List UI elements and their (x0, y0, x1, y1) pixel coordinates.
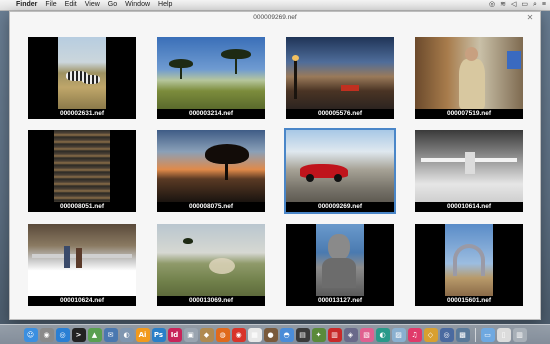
finder-icon[interactable]: ☺ (23, 327, 38, 342)
launchpad-icon[interactable]: ◉ (39, 327, 54, 342)
thumbnail-filename: 000008075.nef (157, 202, 265, 212)
app-icon-1[interactable]: ▣ (183, 327, 198, 342)
firefox-icon[interactable]: ◍ (215, 327, 230, 342)
spotlight-icon[interactable]: ⌕ (533, 0, 537, 10)
wifi-icon[interactable]: ≋ (500, 0, 506, 10)
app-icon-8[interactable]: ◈ (343, 327, 358, 342)
close-icon[interactable]: ✕ (526, 14, 534, 22)
app-icon-5[interactable]: ▤ (295, 327, 310, 342)
photo-hangar-plane (415, 130, 523, 202)
app-icon-11[interactable]: ▨ (391, 327, 406, 342)
app-icon-10[interactable]: ◐ (375, 327, 390, 342)
dock-separator (474, 327, 476, 342)
app-icon-13[interactable]: ◎ (439, 327, 454, 342)
app-icon-9[interactable]: ▧ (359, 327, 374, 342)
menu-edit[interactable]: Edit (65, 0, 77, 10)
app-icon-14[interactable]: ▩ (455, 327, 470, 342)
app-icon-2[interactable]: ◆ (199, 327, 214, 342)
terminal-icon[interactable]: > (71, 327, 86, 342)
app-icon-4[interactable]: ◓ (279, 327, 294, 342)
thumbnail[interactable]: 000013127.nef (286, 224, 394, 306)
thumbnail-filename: 000003214.nef (157, 109, 265, 119)
app-icon-12[interactable]: ◇ (423, 327, 438, 342)
thumbnail[interactable]: 000007519.nef (415, 37, 523, 119)
menu-window[interactable]: Window (125, 0, 150, 10)
photo-zebras (58, 37, 106, 109)
thumbnail[interactable]: 000010614.nef (415, 130, 523, 212)
window-title: 000009269.nef (253, 14, 297, 21)
app-icon-7[interactable]: ▥ (327, 327, 342, 342)
thumbnail-filename: 000007519.nef (415, 109, 523, 119)
notification-center-icon[interactable]: ≡ (542, 0, 546, 10)
maps-icon[interactable]: ▲ (87, 327, 102, 342)
battery-icon[interactable]: ▭ (521, 0, 528, 10)
thumbnail-filename: 000013127.nef (286, 296, 394, 306)
app-icon-3[interactable]: ● (263, 327, 278, 342)
menu-help[interactable]: Help (158, 0, 172, 10)
photo-plane-crowd (28, 224, 136, 296)
photo-street-dusk (286, 37, 394, 109)
thumbnail-filename: 000010624.nef (28, 296, 136, 306)
photo-savanna (157, 37, 265, 109)
stamp-icon[interactable]: ✉ (103, 327, 118, 342)
thumbnail[interactable]: 000005576.nef (286, 37, 394, 119)
safari-icon[interactable]: ◎ (55, 327, 70, 342)
thumbnail-filename: 000010614.nef (415, 202, 523, 212)
itunes-icon[interactable]: ♫ (407, 327, 422, 342)
indesign-icon[interactable]: Id (167, 327, 182, 342)
photo-red-car (286, 130, 394, 202)
photo-arch-sculpture (445, 224, 493, 296)
photo-statue (316, 224, 364, 296)
thumbnail-filename: 000002631.nef (28, 109, 136, 119)
thumbnail-filename: 000009269.nef (286, 202, 394, 212)
status-circle-icon[interactable]: ◎ (489, 0, 495, 10)
menu-bar: Finder File Edit View Go Window Help ◎ ≋… (0, 0, 550, 11)
trash-icon[interactable]: ▥ (512, 327, 527, 342)
menu-finder[interactable]: Finder (16, 0, 37, 10)
thumbnail[interactable]: 000015601.nef (415, 224, 523, 306)
thumbnail-filename: 000013069.nef (157, 296, 265, 306)
app-icon-6[interactable]: ✦ (311, 327, 326, 342)
folder-icon[interactable]: ▭ (480, 327, 495, 342)
menu-file[interactable]: File (45, 0, 56, 10)
preview-icon[interactable]: ◐ (119, 327, 134, 342)
status-tray: ◎ ≋ ◁ ▭ ⌕ ≡ (489, 0, 546, 10)
thumbnail-selected[interactable]: 000009269.nef (284, 128, 396, 214)
calendar-icon[interactable]: ▦ (247, 327, 262, 342)
menu-view[interactable]: View (85, 0, 100, 10)
thumbnail[interactable]: 000002631.nef (28, 37, 136, 119)
photoshop-icon[interactable]: Ps (151, 327, 166, 342)
thumbnail-filename: 000008051.nef (28, 202, 136, 212)
quick-look-window: 000009269.nef ✕ 000002631.nef 000003214.… (9, 11, 541, 320)
document-icon[interactable]: ▯ (496, 327, 511, 342)
photo-sunset-tree (157, 130, 265, 202)
photo-dust-road (157, 224, 265, 296)
chrome-icon[interactable]: ◉ (231, 327, 246, 342)
thumbnail-filename: 000015601.nef (415, 296, 523, 306)
thumbnail[interactable]: 000003214.nef (157, 37, 265, 119)
thumbnail[interactable]: 000008051.nef (28, 130, 136, 212)
thumbnail-filename: 000005576.nef (286, 109, 394, 119)
dock: ☺ ◉ ◎ > ▲ ✉ ◐ Ai Ps Id ▣ ◆ ◍ ◉ ▦ ● ◓ ▤ ✦ ▥ ◈ ▧ ◐ ▨ ♫ ◇ ◎ ▩ ▭ ▯ ▥ (0, 324, 550, 344)
photo-wine-cellar (54, 130, 110, 202)
photo-shop-man (415, 37, 523, 109)
thumbnail[interactable]: 000013069.nef (157, 224, 265, 306)
menu-go[interactable]: Go (108, 0, 117, 10)
thumbnail[interactable]: 000008075.nef (157, 130, 265, 212)
volume-icon[interactable]: ◁ (511, 0, 516, 10)
thumbnail[interactable]: 000010624.nef (28, 224, 136, 306)
illustrator-icon[interactable]: Ai (135, 327, 150, 342)
